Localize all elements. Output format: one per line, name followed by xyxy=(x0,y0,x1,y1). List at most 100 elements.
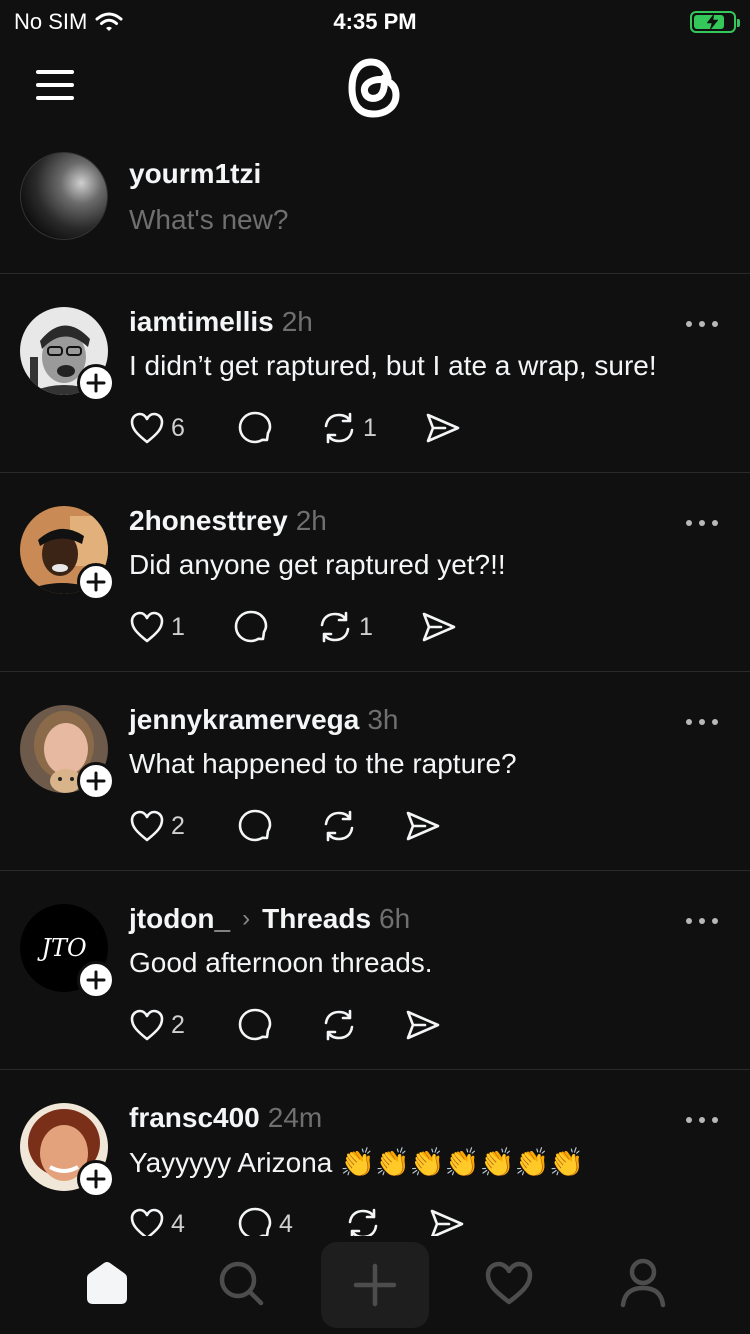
share-button[interactable] xyxy=(425,408,461,448)
repost-button[interactable]: 1 xyxy=(317,607,421,647)
wifi-icon xyxy=(95,12,123,31)
reply-button[interactable] xyxy=(237,408,321,448)
more-options-icon[interactable] xyxy=(686,915,718,927)
repost-icon xyxy=(324,1009,354,1041)
tab-profile[interactable] xyxy=(603,1248,683,1318)
repost-button[interactable] xyxy=(321,1005,405,1045)
send-icon xyxy=(426,413,460,443)
reply-count: 4 xyxy=(279,1209,293,1238)
send-icon xyxy=(422,612,456,642)
follow-button[interactable] xyxy=(77,364,115,402)
repost-count: 1 xyxy=(359,612,373,641)
reply-button[interactable] xyxy=(237,1005,321,1045)
thread-post[interactable]: jennykramervega 3h What happened to the … xyxy=(0,672,750,871)
avatar-wrap xyxy=(20,506,115,601)
thread-post[interactable]: JTO jtodon_ › Threads 6h Good afternoon … xyxy=(0,871,750,1070)
post-actions: 6 1 xyxy=(129,408,461,448)
composer-input[interactable]: What's new? xyxy=(129,204,288,236)
chevron-right-icon: › xyxy=(242,905,251,932)
post-actions: 2 xyxy=(129,806,441,846)
threads-logo-icon[interactable] xyxy=(342,50,408,126)
post-text: Did anyone get raptured yet?!! xyxy=(129,549,506,580)
create-icon xyxy=(353,1263,397,1307)
post-actions: 1 1 xyxy=(129,607,457,647)
post-header: fransc400 24m xyxy=(129,1102,322,1134)
avatar-wrap xyxy=(20,307,115,402)
status-left: No SIM xyxy=(14,9,123,35)
like-button[interactable]: 2 xyxy=(129,806,237,846)
like-count: 2 xyxy=(171,811,185,840)
search-icon xyxy=(219,1261,264,1306)
like-button[interactable]: 2 xyxy=(129,1005,237,1045)
tab-create[interactable] xyxy=(321,1242,429,1328)
repost-icon xyxy=(324,412,354,444)
post-time: 3h xyxy=(367,704,399,735)
more-options-icon[interactable] xyxy=(686,318,718,330)
share-button[interactable] xyxy=(405,1005,441,1045)
plus-icon xyxy=(86,572,106,592)
post-username[interactable]: fransc400 xyxy=(129,1102,260,1134)
tab-search[interactable] xyxy=(201,1248,281,1318)
reply-button[interactable] xyxy=(237,806,321,846)
share-button[interactable] xyxy=(405,806,441,846)
heart-icon xyxy=(130,1009,164,1041)
repost-button[interactable]: 1 xyxy=(321,408,425,448)
post-username[interactable]: jtodon_ xyxy=(129,903,230,935)
more-options-icon[interactable] xyxy=(686,1114,718,1126)
like-button[interactable]: 1 xyxy=(129,607,233,647)
menu-icon[interactable] xyxy=(36,70,74,100)
post-header: 2honesttrey 2h xyxy=(129,505,327,537)
follow-button[interactable] xyxy=(77,762,115,800)
post-username[interactable]: jennykramervega xyxy=(129,704,359,736)
send-icon xyxy=(406,811,440,841)
comment-icon xyxy=(238,1008,272,1041)
tab-bar xyxy=(0,1236,750,1334)
thread-post[interactable]: iamtimellis 2h I didn’t get raptured, bu… xyxy=(0,274,750,473)
home-icon xyxy=(87,1262,127,1304)
heart-icon xyxy=(130,611,164,643)
more-options-icon[interactable] xyxy=(686,517,718,529)
thread-post[interactable]: fransc400 24m Yayyyyy Arizona 👏👏👏👏👏👏👏 4 … xyxy=(0,1070,750,1240)
post-username[interactable]: iamtimellis xyxy=(129,306,274,338)
post-header: jennykramervega 3h xyxy=(129,704,399,736)
repost-button[interactable] xyxy=(321,806,405,846)
post-header: jtodon_ › Threads 6h xyxy=(129,903,410,935)
svg-text:JTO: JTO xyxy=(36,934,87,962)
new-thread-composer[interactable]: yourm1tzi What's new? xyxy=(0,134,750,274)
more-options-icon[interactable] xyxy=(686,716,718,728)
tab-home[interactable] xyxy=(67,1248,147,1318)
follow-button[interactable] xyxy=(77,563,115,601)
tab-activity[interactable] xyxy=(469,1248,549,1318)
plus-icon xyxy=(86,771,106,791)
post-text: Good afternoon threads. xyxy=(129,947,433,978)
like-count: 1 xyxy=(171,612,185,641)
comment-icon xyxy=(238,809,272,842)
share-button[interactable] xyxy=(429,1204,465,1240)
thread-post[interactable]: 2honesttrey 2h Did anyone get raptured y… xyxy=(0,473,750,672)
like-count: 2 xyxy=(171,1010,185,1039)
follow-button[interactable] xyxy=(77,961,115,999)
reply-button[interactable] xyxy=(233,607,317,647)
post-text: I didn’t get raptured, but I ate a wrap,… xyxy=(129,350,657,381)
reply-button[interactable]: 4 xyxy=(237,1204,345,1240)
carrier-label: No SIM xyxy=(14,9,88,34)
post-username[interactable]: 2honesttrey xyxy=(129,505,288,537)
like-button[interactable]: 6 xyxy=(129,408,237,448)
post-text: Yayyyyy Arizona 👏👏👏👏👏👏👏 xyxy=(129,1147,585,1178)
heart-icon xyxy=(130,810,164,842)
repost-button[interactable] xyxy=(345,1204,429,1240)
follow-button[interactable] xyxy=(77,1160,115,1198)
plus-icon xyxy=(86,1169,106,1189)
status-bar: No SIM 4:35 PM xyxy=(0,0,750,44)
community-name[interactable]: Threads xyxy=(262,903,371,935)
plus-icon xyxy=(86,373,106,393)
like-button[interactable]: 4 xyxy=(129,1204,237,1240)
comment-icon xyxy=(234,610,268,643)
comment-icon xyxy=(238,1207,272,1240)
activity-heart-icon xyxy=(485,1261,533,1305)
plus-icon xyxy=(86,970,106,990)
share-button[interactable] xyxy=(421,607,457,647)
post-header: iamtimellis 2h xyxy=(129,306,313,338)
post-time: 2h xyxy=(281,306,313,337)
profile-icon xyxy=(620,1258,666,1308)
